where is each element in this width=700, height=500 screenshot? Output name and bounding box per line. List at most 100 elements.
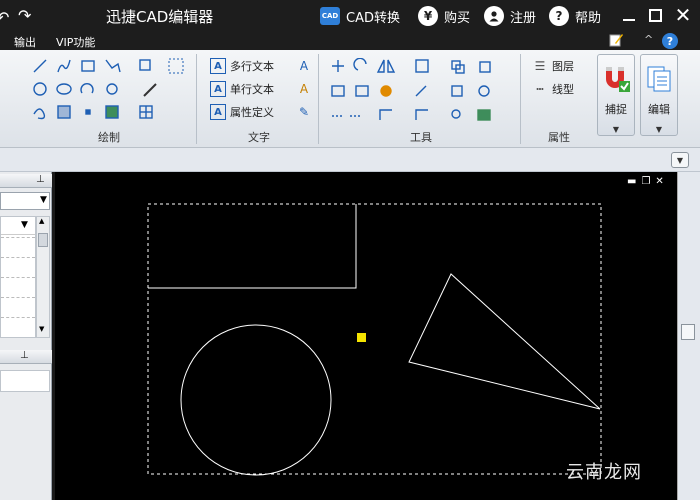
selection-box: [147, 203, 602, 475]
group-label-tools: 工具: [410, 131, 432, 144]
left-panel: ⊥ ▼ ▼ ▲ ▼ ⊥: [0, 172, 52, 500]
panel-header: ⊥: [0, 350, 52, 364]
singleline-text-icon: A: [210, 81, 226, 97]
scroll-down-icon[interactable]: ▼: [39, 325, 44, 333]
scroll-thumb[interactable]: [38, 233, 48, 247]
scroll-up-icon[interactable]: ▲: [39, 217, 44, 225]
region-icon[interactable]: [168, 58, 184, 74]
maximize-icon[interactable]: [644, 4, 666, 26]
buy-button[interactable]: ¥ 购买: [418, 0, 470, 32]
group-separator: [318, 54, 319, 144]
scale-icon: [415, 59, 429, 73]
brush-icon[interactable]: [142, 82, 158, 98]
linetype-label: 线型: [552, 83, 574, 96]
watermark: 云南龙网: [566, 462, 642, 483]
chevron-down-icon: ▼: [40, 195, 47, 205]
help-icon: ?: [549, 6, 569, 26]
yen-icon: ¥: [418, 6, 438, 26]
property-row[interactable]: ▼: [1, 217, 35, 235]
image-icon: [105, 105, 119, 119]
donut-icon: [106, 83, 118, 95]
register-label: 注册: [510, 10, 537, 26]
register-button[interactable]: 注册: [484, 0, 536, 32]
drawing-svg: [147, 203, 602, 476]
info-help-icon[interactable]: ?: [662, 33, 678, 49]
triangle-shape: [408, 273, 601, 410]
circle-shape: [180, 324, 332, 476]
group-icon: [451, 85, 463, 97]
line-icon: [33, 59, 47, 73]
group-separator: [520, 54, 521, 144]
attribute-define-icon: A: [210, 104, 226, 120]
layer-button[interactable]: ☰ 图层: [532, 58, 574, 74]
ellipse-icon: [56, 83, 72, 95]
title-bar: ↶ ↷ 迅捷CAD编辑器 CAD CAD转换 ¥ 购买 注册 ? 帮助 ✕: [0, 0, 700, 32]
rectangle-icon: [81, 60, 95, 72]
group-label-text: 文字: [248, 131, 270, 144]
rotate-icon: [353, 57, 367, 71]
cad-convert-label: CAD转换: [346, 10, 400, 26]
menu-item-vip[interactable]: VIP功能: [56, 34, 95, 50]
snap-button[interactable]: 捕捉 ▼: [597, 54, 635, 136]
collapse-ribbon-icon[interactable]: ^: [644, 33, 653, 46]
close-icon[interactable]: ✕: [672, 3, 694, 27]
document-tab-strip: ▼: [0, 148, 700, 172]
cad-convert-icon: CAD: [320, 7, 340, 25]
mirror-icon: [376, 59, 396, 73]
buy-label: 购买: [444, 10, 471, 26]
expand-chevron-icon[interactable]: ▼: [671, 152, 689, 168]
chamfer-icon: [415, 109, 428, 120]
offset-icon: [355, 85, 369, 97]
magnet-icon: [601, 63, 631, 97]
attribute-define-label: 属性定义: [230, 106, 274, 119]
grip-point: [357, 333, 366, 342]
pin-icon[interactable]: ⊥: [36, 174, 45, 185]
text-style-icon[interactable]: A: [296, 58, 312, 74]
minimize-icon[interactable]: [618, 4, 640, 26]
cad-convert-button[interactable]: CAD CAD转换: [320, 0, 400, 32]
redo-icon[interactable]: ↷: [18, 6, 36, 25]
group-label-draw: 绘制: [98, 131, 120, 144]
pin-icon[interactable]: ⊥: [20, 350, 29, 361]
revcloud-icon: [33, 108, 46, 120]
circle-icon: [33, 82, 47, 96]
fillet-icon: [379, 109, 392, 120]
pen-edit-icon[interactable]: ✎: [296, 104, 312, 120]
singleline-text-button[interactable]: A 单行文本: [210, 81, 274, 97]
hatch-icon: [57, 105, 71, 119]
block-icon: [139, 59, 151, 71]
panel-header: ⊥: [0, 174, 52, 188]
chevron-down-icon: ▼: [655, 125, 663, 134]
polyline-icon: [57, 59, 71, 73]
layer-select[interactable]: ▼: [0, 192, 50, 210]
edit-button[interactable]: 编辑 ▼: [640, 54, 678, 136]
tools-icons: [330, 57, 500, 130]
move-icon: [332, 60, 344, 72]
vertical-scrollbar[interactable]: [677, 172, 700, 500]
attribute-define-button[interactable]: A 属性定义: [210, 104, 274, 120]
color-icon: [380, 85, 392, 97]
menu-bar: 输出 VIP功能 ^ ?: [0, 32, 700, 50]
linetype-button[interactable]: ┅ 线型: [532, 81, 574, 97]
menu-item-export[interactable]: 输出: [14, 34, 36, 50]
explode-icon: [451, 109, 461, 119]
command-list[interactable]: [0, 370, 50, 392]
ungroup-icon: [478, 85, 490, 97]
user-icon: [484, 6, 504, 26]
pen-note-icon[interactable]: [608, 32, 624, 48]
scroll-thumb[interactable]: [681, 324, 695, 340]
multiline-text-button[interactable]: A 多行文本: [210, 58, 274, 74]
help-label: 帮助: [575, 10, 602, 26]
text-edit-icon[interactable]: A: [296, 81, 312, 97]
spline-icon: [105, 59, 121, 73]
point-icon: [85, 109, 91, 115]
arc-icon: [80, 83, 94, 94]
scrollbar[interactable]: ▲ ▼: [36, 216, 50, 338]
multiline-text-label: 多行文本: [230, 60, 274, 73]
undo-icon[interactable]: ↶: [0, 8, 9, 27]
rectangle-shape: [148, 204, 357, 289]
chevron-down-icon: ▼: [21, 220, 28, 230]
trim-icon: [415, 85, 427, 97]
drawing-canvas[interactable]: ▬ ❐ ✕: [55, 172, 677, 500]
help-button[interactable]: ? 帮助: [549, 0, 601, 32]
